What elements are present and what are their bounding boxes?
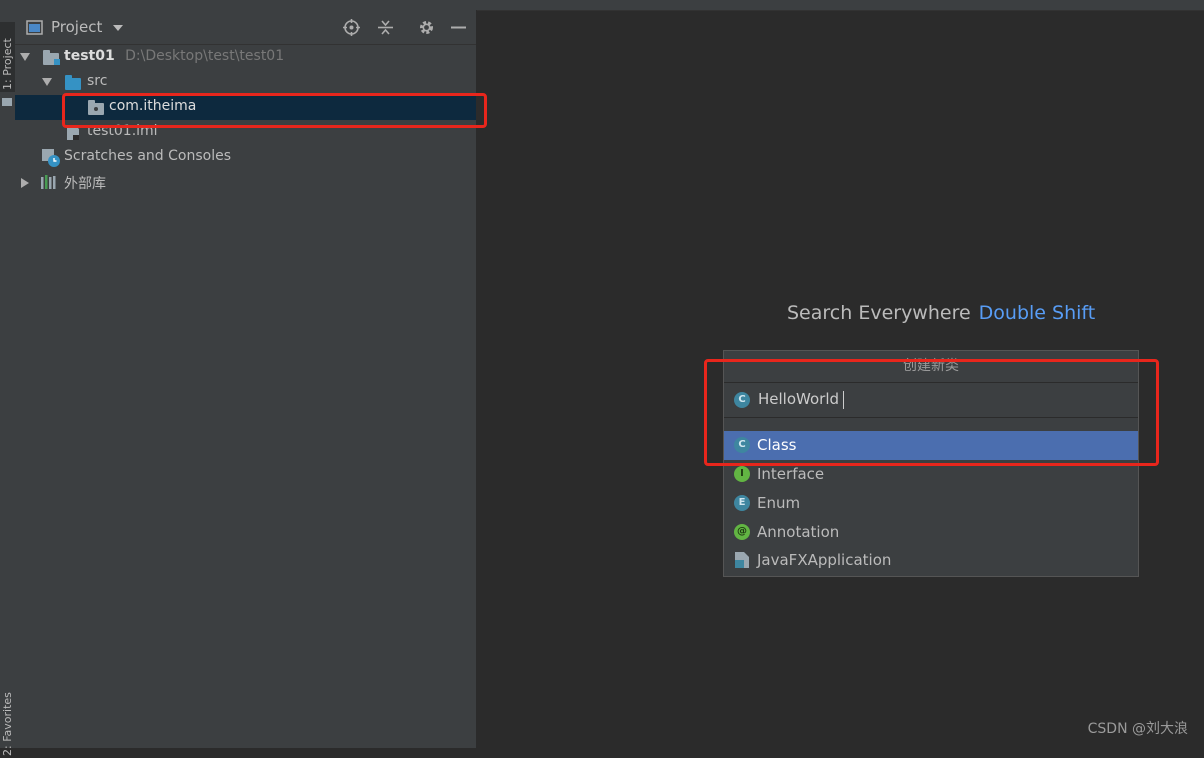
tree-item-external-libraries[interactable]: 外部库 (15, 170, 476, 195)
project-view-icon (26, 20, 43, 35)
kind-option-enum[interactable]: E Enum (724, 489, 1138, 518)
tree-item-path: D:\Desktop\test\test01 (125, 48, 285, 64)
tab-project[interactable]: 1: Project (0, 22, 15, 92)
interface-icon: I (734, 466, 750, 482)
kind-option-annotation[interactable]: @ Annotation (724, 518, 1138, 547)
minimize-icon[interactable] (450, 19, 467, 36)
kind-option-javafx[interactable]: JavaFXApplication (724, 546, 1138, 575)
project-view-title[interactable]: Project (51, 18, 102, 36)
tree-item-label: test01 (64, 48, 115, 64)
highlight-annotation-package (62, 93, 487, 128)
tree-item-label: src (87, 73, 108, 89)
kind-option-label: Interface (757, 465, 825, 483)
library-icon (41, 175, 56, 189)
kind-option-label: Enum (757, 494, 801, 512)
hint-label: Search Everywhere (787, 302, 971, 324)
tab-project-label: 1: Project (1, 38, 14, 90)
project-panel-header: Project (15, 10, 476, 45)
chevron-down-icon[interactable] (42, 78, 52, 86)
source-folder-icon (65, 75, 81, 90)
locate-icon[interactable] (343, 19, 360, 36)
search-everywhere-hint: Search Everywhere Double Shift (787, 302, 1095, 324)
tree-item-label: 外部库 (64, 176, 106, 192)
highlight-annotation-popup (704, 359, 1159, 466)
enum-icon: E (734, 495, 750, 511)
tree-item-test01[interactable]: test01 D:\Desktop\test\test01 (15, 45, 476, 70)
tree-item-label: Scratches and Consoles (64, 148, 231, 164)
gear-icon[interactable] (418, 19, 435, 36)
chevron-down-icon[interactable] (113, 25, 123, 31)
scratches-icon (42, 149, 60, 167)
tree-item-scratches[interactable]: Scratches and Consoles (15, 145, 476, 170)
module-badge-icon (54, 59, 60, 65)
kind-option-label: JavaFXApplication (757, 551, 892, 569)
tab-favorites-label: 2: Favorites (1, 692, 14, 756)
watermark: CSDN @刘大浪 (1087, 721, 1188, 737)
chevron-down-icon[interactable] (20, 53, 30, 61)
folder-icon (2, 98, 12, 106)
annotation-icon: @ (734, 524, 750, 540)
tree-item-src[interactable]: src (15, 70, 476, 95)
collapse-all-icon[interactable] (377, 19, 394, 36)
chevron-right-icon[interactable] (21, 178, 29, 188)
left-tool-stripe: 1: Project 2: Favorites (0, 10, 16, 756)
javafx-file-icon (735, 552, 749, 568)
tab-favorites[interactable]: 2: Favorites (0, 686, 15, 758)
hint-shortcut: Double Shift (978, 302, 1096, 324)
kind-option-label: Annotation (757, 523, 840, 541)
